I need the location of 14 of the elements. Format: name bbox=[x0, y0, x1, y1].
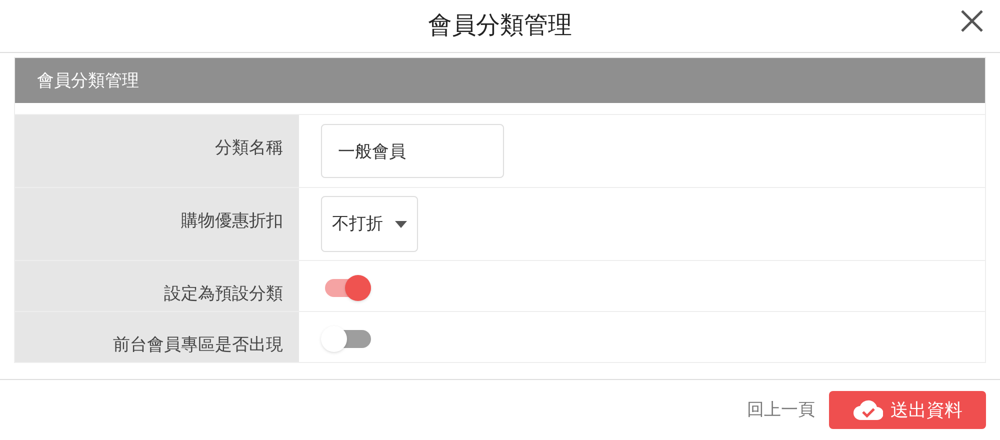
name-field[interactable]: 一般會員 bbox=[321, 124, 504, 178]
field-label: 分類名稱 bbox=[215, 137, 283, 159]
back-link[interactable]: 回上一頁 bbox=[747, 397, 815, 423]
field-label: 設定為預設分類 bbox=[164, 283, 283, 305]
dialog-title: 會員分類管理 bbox=[428, 11, 572, 41]
caret-icon bbox=[395, 220, 407, 228]
cloud-check-icon bbox=[852, 399, 882, 421]
field-label: 前台會員專區是否出現 bbox=[113, 334, 283, 356]
panel-title: 會員分類管理 bbox=[37, 70, 139, 92]
submit-button[interactable]: 送出資料 bbox=[829, 391, 986, 429]
close-icon[interactable] bbox=[960, 9, 984, 33]
discount-select[interactable]: 不打折 bbox=[321, 196, 418, 252]
toggle-switch[interactable] bbox=[321, 325, 373, 353]
field-label: 購物優惠折扣 bbox=[181, 210, 283, 232]
